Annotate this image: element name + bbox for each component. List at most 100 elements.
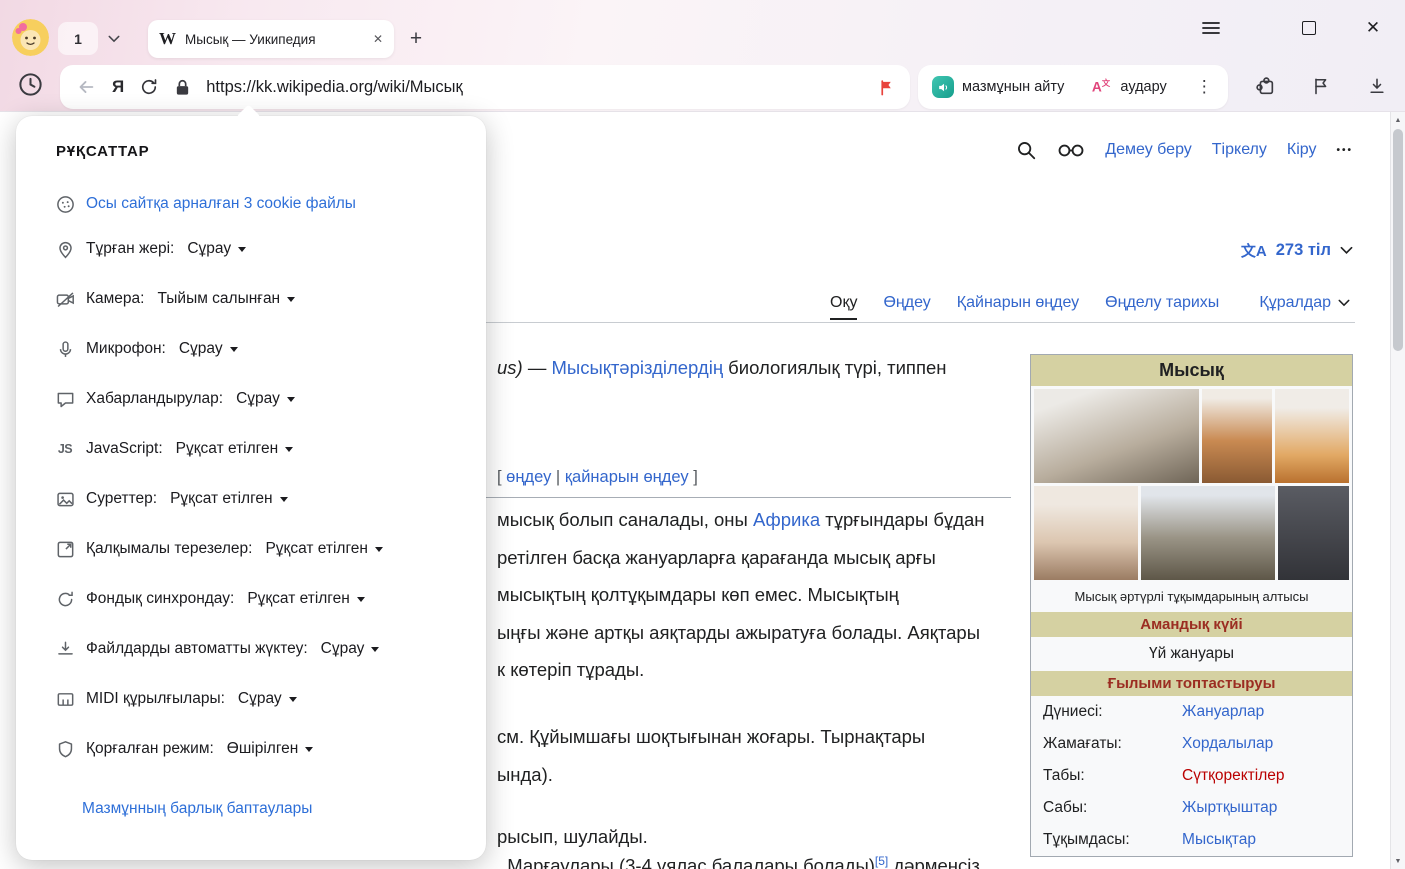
permission-row-background-sync: Фондық синхрондау: Рұқсат етілген <box>16 574 486 624</box>
kingdom-link[interactable]: Жануарлар <box>1182 703 1264 721</box>
tab-edit[interactable]: Өңдеу <box>883 294 930 320</box>
permission-dropdown[interactable]: Рұқсат етілген <box>247 590 365 608</box>
permission-dropdown[interactable]: Сұрау <box>179 340 238 358</box>
permission-dropdown[interactable]: Рұқсат етілген <box>176 440 294 458</box>
profile-avatar[interactable] <box>12 19 49 56</box>
permission-dropdown[interactable]: Сұрау <box>321 640 380 658</box>
article-line: см. Құйымшағы шоқтығынан жоғары. Тырнақт… <box>497 726 925 748</box>
translate-button[interactable]: А文 аудару <box>1084 76 1172 98</box>
downloads-icon[interactable] <box>1360 69 1394 103</box>
infobox-title: Мысық <box>1031 355 1352 386</box>
translate-label: аудару <box>1120 79 1166 95</box>
new-tab-button[interactable]: + <box>402 25 430 53</box>
kebab-menu-icon[interactable]: ⋮ <box>1187 77 1222 97</box>
felidae-link[interactable]: Мысықтәрізділердің <box>551 357 723 378</box>
cat-photo[interactable] <box>1278 486 1349 580</box>
taxonomy-row: Дүниесі: Жануарлар <box>1031 696 1352 728</box>
scrollbar-thumb[interactable] <box>1393 129 1403 351</box>
login-link[interactable]: Кіру <box>1287 141 1317 159</box>
permission-dropdown[interactable]: Сұрау <box>238 690 297 708</box>
extensions-puzzle-icon[interactable] <box>1248 69 1282 103</box>
window-maximize-icon[interactable] <box>1294 13 1324 43</box>
reload-icon[interactable] <box>139 77 159 97</box>
permission-dropdown[interactable]: Рұқсат етілген <box>265 540 383 558</box>
chevron-down-icon <box>1338 299 1350 307</box>
permission-dropdown[interactable]: Рұқсат етілген <box>170 490 288 508</box>
search-icon[interactable] <box>1015 139 1037 161</box>
microphone-icon <box>54 338 76 360</box>
family-link[interactable]: Мысықтар <box>1182 831 1256 849</box>
appearance-icon[interactable] <box>1057 142 1085 159</box>
class-redlink[interactable]: Сүтқоректілер <box>1182 767 1284 785</box>
permission-row-notifications: Хабарландырулар: Сұрау <box>16 374 486 424</box>
language-selector[interactable]: 文А 273 тіл <box>1241 240 1353 261</box>
site-lock-icon[interactable] <box>174 78 191 97</box>
permission-row-midi: MIDI құрылғылары: Сұрау <box>16 674 486 724</box>
read-aloud-button[interactable]: мазмұнын айту <box>926 76 1070 98</box>
chevron-down-icon <box>1340 246 1353 255</box>
cat-photo[interactable] <box>1141 486 1275 580</box>
scroll-down-icon[interactable]: ▼ <box>1391 853 1405 869</box>
tab-list-chevron-icon[interactable] <box>100 22 128 55</box>
permission-dropdown[interactable]: Сұрау <box>236 390 295 408</box>
scroll-up-icon[interactable]: ▲ <box>1391 112 1405 128</box>
window-menu-icon[interactable] <box>1196 13 1226 43</box>
collections-flag-icon[interactable] <box>1304 69 1338 103</box>
read-aloud-icon <box>932 76 954 98</box>
tab-count: 1 <box>74 31 82 47</box>
dropdown-caret-icon <box>280 497 288 502</box>
tab-read[interactable]: Оқу <box>830 294 857 320</box>
notifications-icon <box>54 388 76 410</box>
register-link[interactable]: Тіркелу <box>1212 141 1267 159</box>
tab-close-icon[interactable]: ✕ <box>373 32 383 46</box>
tools-label: Құралдар <box>1259 294 1331 312</box>
phylum-link[interactable]: Хордалылар <box>1182 735 1273 753</box>
article-line: мысықтың қолтұқымдары көп емес. Мысықтың <box>497 584 899 606</box>
yandex-icon[interactable]: Я <box>112 77 124 97</box>
permission-dropdown[interactable]: Өшірілген <box>227 740 314 758</box>
article-line: ыңғы және артқы аяқтарды ажыратуға болад… <box>497 622 980 644</box>
article-line: us) — Мысықтәрізділердің биологиялық түр… <box>497 357 946 379</box>
back-icon[interactable] <box>75 76 97 98</box>
dropdown-caret-icon <box>357 597 365 602</box>
all-content-settings-link[interactable]: Мазмұнның барлық баптаулары <box>82 800 486 818</box>
cat-photo[interactable] <box>1034 389 1199 483</box>
user-menu-ellipsis-icon[interactable]: ••• <box>1336 145 1353 156</box>
address-bar[interactable]: Я https://kk.wikipedia.org/wiki/Мысық <box>60 65 910 109</box>
scrollbar[interactable]: ▲ ▼ <box>1390 112 1405 869</box>
midi-icon <box>54 688 76 710</box>
cat-photo[interactable] <box>1275 389 1349 483</box>
cat-photo-grid <box>1031 386 1352 583</box>
tools-menu[interactable]: Құралдар <box>1259 294 1350 312</box>
url-text[interactable]: https://kk.wikipedia.org/wiki/Мысық <box>206 78 463 97</box>
auto-download-icon <box>54 638 76 660</box>
svg-text:А: А <box>1092 80 1102 95</box>
classification-header: Ғылыми топтастыруы <box>1031 671 1352 696</box>
permission-dropdown[interactable]: Сұрау <box>187 240 246 258</box>
active-tab[interactable]: W Мысық — Уикипедия ✕ <box>148 20 394 58</box>
donate-link[interactable]: Демеу беру <box>1105 141 1192 159</box>
order-link[interactable]: Жыртқыштар <box>1182 799 1277 817</box>
tab-edit-source[interactable]: Қайнарын өңдеу <box>957 294 1079 320</box>
site-permissions-panel: РҰҚСАТТАР Осы сайтқа арналған 3 cookie ф… <box>16 116 486 860</box>
toolbar-actions: мазмұнын айту А文 аудару ⋮ <box>918 65 1228 109</box>
permission-row-popups: Қалқымалы терезелер: Рұқсат етілген <box>16 524 486 574</box>
tab-count-button[interactable]: 1 <box>58 22 98 55</box>
cat-photo[interactable] <box>1034 486 1138 580</box>
bookmark-flag-icon[interactable] <box>878 78 895 97</box>
cat-photo[interactable] <box>1202 389 1272 483</box>
section-heading-rule <box>470 497 1011 498</box>
camera-blocked-icon <box>54 288 76 310</box>
cookies-link[interactable]: Осы сайтқа арналған 3 cookie файлы <box>86 195 356 213</box>
edit-source-section-link[interactable]: қайнарын өңдеу <box>565 468 689 486</box>
location-icon <box>54 238 76 260</box>
article-line: ында). <box>497 764 553 786</box>
africa-link[interactable]: Африка <box>753 509 820 530</box>
edit-section-link[interactable]: өңдеу <box>506 468 551 486</box>
tab-history[interactable]: Өңделу тарихы <box>1105 294 1219 320</box>
tab-title: Мысық — Уикипедия <box>185 32 364 47</box>
translate-icon: А文 <box>1090 76 1112 98</box>
window-close-icon[interactable]: ✕ <box>1358 13 1388 43</box>
history-icon[interactable] <box>12 66 49 103</box>
permission-dropdown[interactable]: Тыйым салынған <box>157 290 295 308</box>
